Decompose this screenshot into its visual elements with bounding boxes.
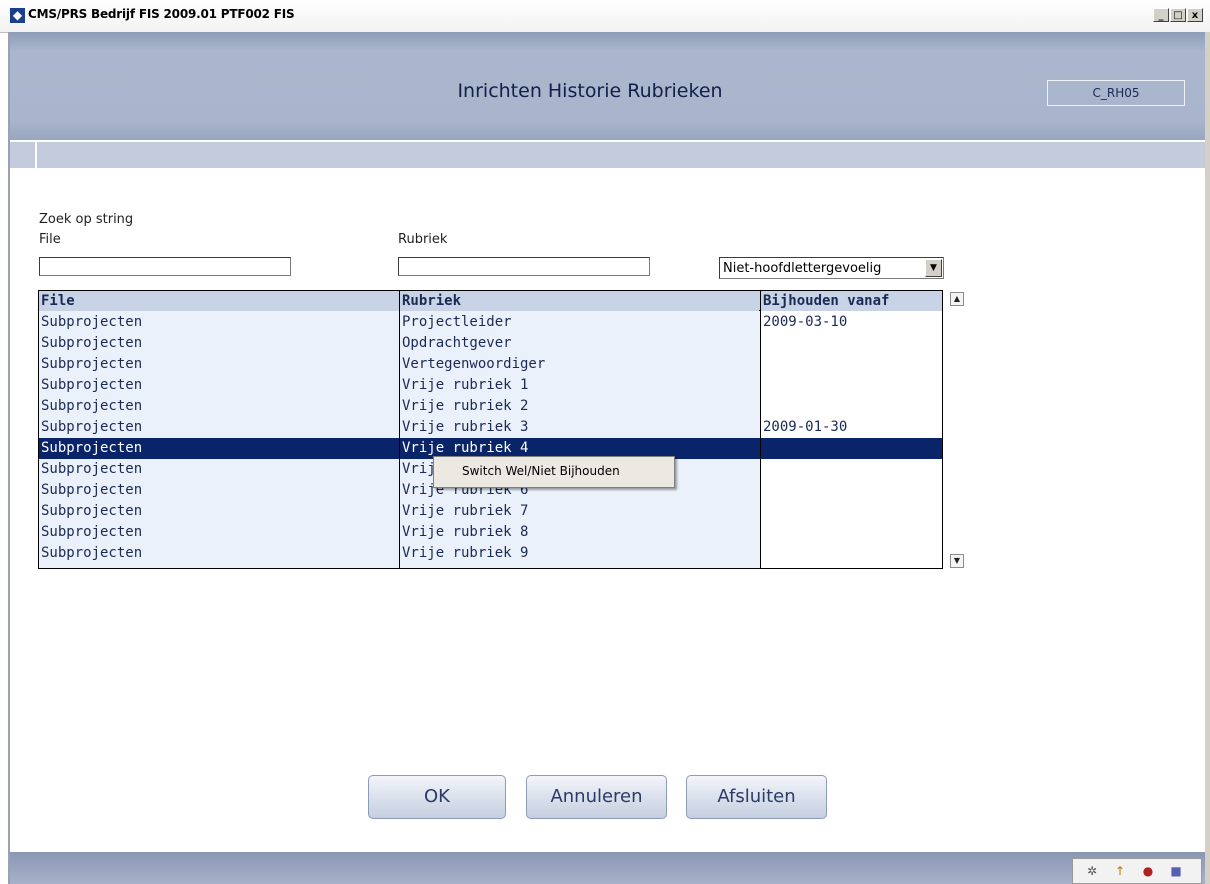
table-row[interactable]: Subprojecten Vrije rubriek 3 2009-01-30 (39, 417, 942, 438)
ok-button[interactable]: OK (368, 775, 506, 819)
cell-file: Subprojecten (41, 356, 143, 372)
cell-bijhouden-vanaf (761, 333, 939, 354)
cell-file: Subprojecten (41, 524, 143, 540)
minimize-button[interactable]: _ (1153, 8, 1169, 22)
cell-bijhouden-vanaf (761, 438, 939, 459)
cell-file: Subprojecten (41, 314, 143, 330)
window-frame-right (1205, 32, 1210, 884)
cell-file: Subprojecten (41, 482, 143, 498)
sub-toolbar-divider (35, 142, 37, 168)
page-title: Inrichten Historie Rubrieken (457, 80, 723, 102)
cube-icon[interactable]: ■ (1169, 864, 1183, 878)
cell-rubriek: Vertegenwoordiger (402, 356, 546, 372)
cell-bijhouden-vanaf: 2009-01-30 (763, 419, 848, 435)
app-icon: ◆ (10, 8, 25, 23)
table-row[interactable]: Subprojecten Vrije rubriek 8 (39, 522, 942, 543)
cell-bijhouden-vanaf (761, 501, 939, 522)
sub-toolbar (10, 142, 1205, 168)
table-row[interactable]: Subprojecten Vrije rubriek 7 (39, 501, 942, 522)
column-divider (399, 291, 400, 568)
cell-bijhouden-vanaf (761, 354, 939, 375)
cell-rubriek: Vrije rubriek 9 (402, 545, 529, 561)
cell-file: Subprojecten (41, 503, 143, 519)
cell-rubriek: Projectleider (402, 314, 512, 330)
rubriek-search-input[interactable] (398, 257, 650, 276)
table-row[interactable]: Subprojecten Vrije rubriek 1 (39, 375, 942, 396)
pin-icon[interactable]: ↑ (1113, 864, 1127, 878)
column-header-rubriek[interactable]: Rubriek (400, 291, 759, 311)
table-row[interactable]: Subprojecten Projectleider 2009-03-10 (39, 312, 942, 333)
cell-bijhouden-vanaf (761, 543, 939, 564)
context-menu-item-switch-bijhouden[interactable]: Switch Wel/Niet Bijhouden (462, 464, 620, 478)
table-row[interactable]: Subprojecten Opdrachtgever (39, 333, 942, 354)
chevron-down-icon[interactable]: ▼ (925, 259, 942, 277)
cell-file: Subprojecten (41, 440, 143, 456)
cell-rubriek: Vrije rubriek 2 (402, 398, 529, 414)
cell-rubriek: Opdrachtgever (402, 335, 512, 351)
column-header-bijhouden-vanaf[interactable]: Bijhouden vanaf (761, 291, 942, 311)
search-heading: Zoek op string (39, 212, 134, 227)
case-sensitivity-value: Niet-hoofdlettergevoelig (723, 261, 882, 276)
cell-rubriek: Vrije rubriek 1 (402, 377, 529, 393)
cell-bijhouden-vanaf (761, 522, 939, 543)
cell-bijhouden-vanaf (761, 459, 939, 480)
scroll-up-icon[interactable]: ▲ (950, 292, 964, 306)
context-menu: Switch Wel/Niet Bijhouden (433, 456, 675, 488)
close-button[interactable]: Afsluiten (686, 775, 827, 819)
cancel-button[interactable]: Annuleren (526, 775, 667, 819)
table-row[interactable]: Subprojecten Vrije rubriek 9 (39, 543, 942, 564)
close-window-button[interactable]: x (1187, 8, 1203, 22)
cell-bijhouden-vanaf: 2009-03-10 (763, 314, 848, 330)
cell-bijhouden-vanaf (761, 396, 939, 417)
cell-rubriek: Vrije rubriek 7 (402, 503, 529, 519)
cell-bijhouden-vanaf (761, 375, 939, 396)
user-icon[interactable]: ● (1141, 864, 1155, 878)
scroll-down-icon[interactable]: ▼ (950, 554, 964, 568)
cell-file: Subprojecten (41, 377, 143, 393)
screen-code-badge: C_RH05 (1047, 80, 1185, 106)
rubriek-label: Rubriek (398, 232, 448, 247)
table-row[interactable]: Subprojecten Vrije rubriek 2 (39, 396, 942, 417)
status-tray: ✲ ↑ ● ■ (1072, 858, 1202, 884)
cell-rubriek: Vrije rubriek 8 (402, 524, 529, 540)
status-bar (10, 852, 1205, 884)
window-title: CMS/PRS Bedrijf FIS 2009.01 PTF002 FIS (28, 7, 295, 21)
file-search-input[interactable] (39, 257, 291, 276)
cell-file: Subprojecten (41, 419, 143, 435)
history-table: File Rubriek Bijhouden vanaf Subprojecte… (38, 290, 943, 569)
case-sensitivity-select[interactable]: Niet-hoofdlettergevoelig ▼ (719, 257, 944, 279)
cell-rubriek: Vrije rubriek 3 (402, 419, 529, 435)
column-header-file[interactable]: File (39, 291, 399, 311)
cell-file: Subprojecten (41, 545, 143, 561)
file-label: File (39, 232, 61, 247)
maximize-button[interactable]: □ (1170, 8, 1186, 22)
cell-bijhouden-vanaf (761, 480, 939, 501)
table-row[interactable]: Subprojecten Vertegenwoordiger (39, 354, 942, 375)
cell-file: Subprojecten (41, 335, 143, 351)
cell-file: Subprojecten (41, 398, 143, 414)
tools-icon[interactable]: ✲ (1085, 864, 1099, 878)
cell-file: Subprojecten (41, 461, 143, 477)
column-divider (760, 291, 761, 568)
